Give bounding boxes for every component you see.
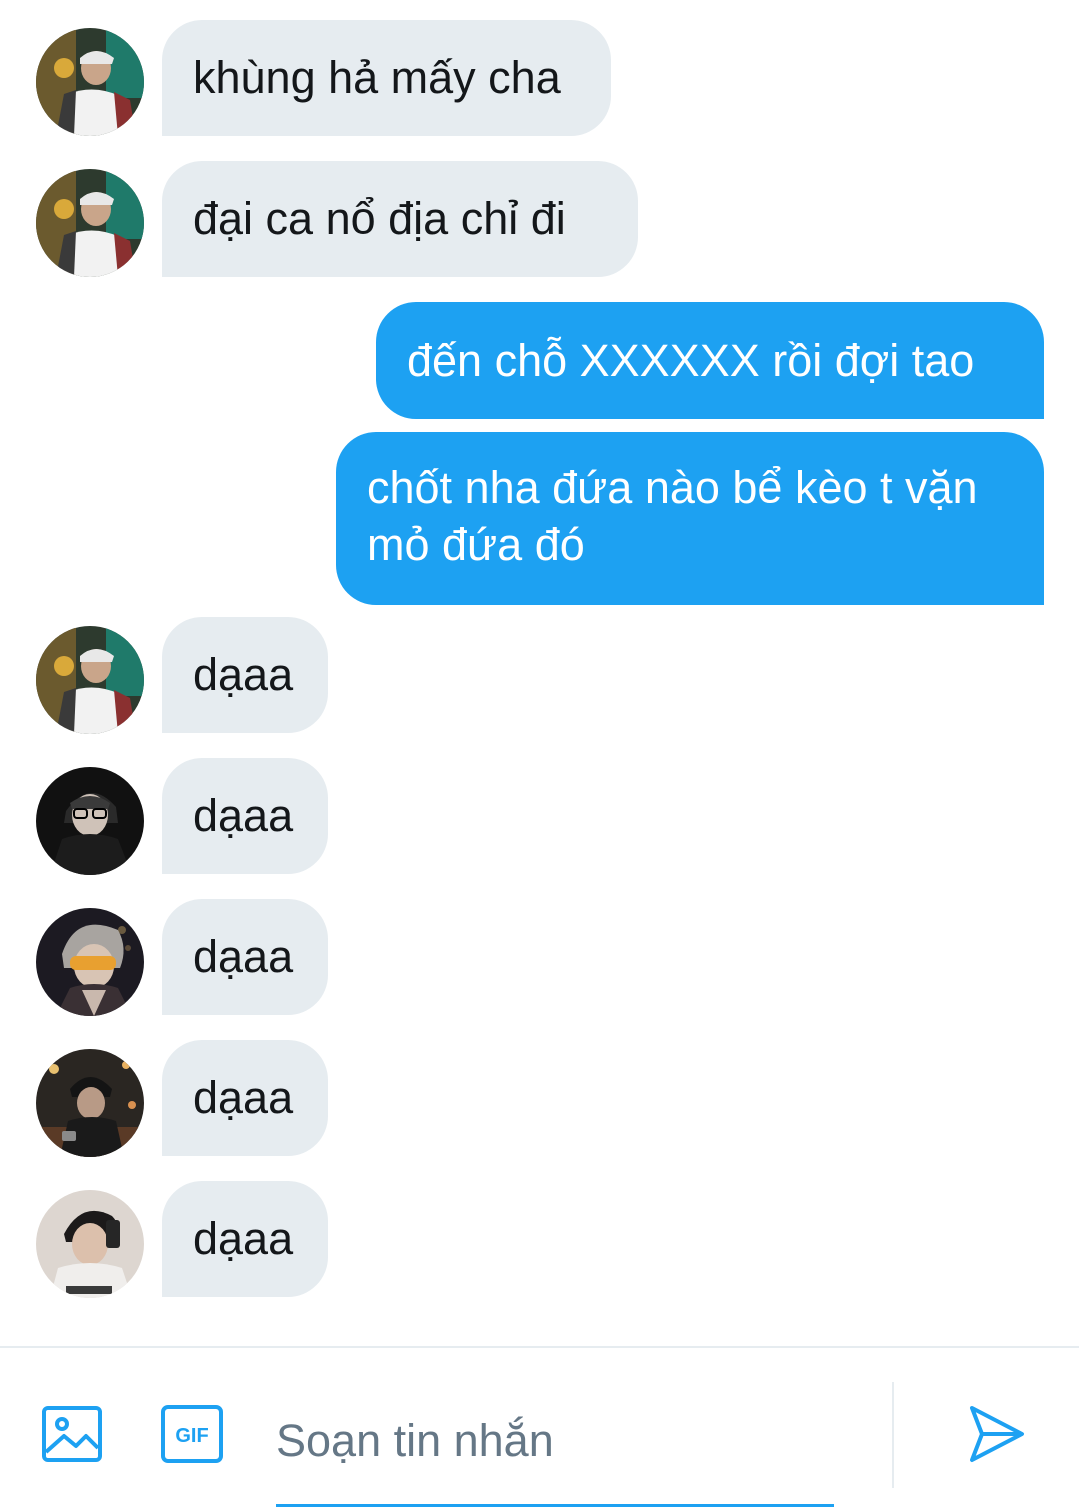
avatar[interactable] [36, 169, 144, 277]
message-text: đến chỗ XXXXXX rồi đợi tao [407, 335, 975, 386]
message-text-line: chốt nha đứa nào bể kèo t vặn [367, 462, 978, 513]
gif-label: GIF [175, 1425, 208, 1447]
message-row: khùng hả mấy cha [0, 20, 1079, 138]
add-image-button[interactable] [36, 1398, 108, 1470]
outgoing-message-bubble[interactable]: đến chỗ XXXXXX rồi đợi tao [376, 302, 1044, 419]
message-row: dạaa [0, 1181, 1079, 1299]
avatar-user-1-image [36, 626, 144, 734]
incoming-message-bubble[interactable]: dạaa [162, 758, 328, 874]
message-text: đại ca nổ địa chỉ đi [193, 193, 566, 244]
incoming-message-bubble[interactable]: đại ca nổ địa chỉ đi [162, 161, 638, 277]
message-composer: GIF [0, 1346, 1079, 1507]
send-icon [970, 1406, 1024, 1462]
message-row: dạaa [0, 1040, 1079, 1158]
incoming-message-bubble[interactable]: dạaa [162, 899, 328, 1015]
message-input[interactable] [276, 1376, 834, 1506]
avatar-user-5-image [36, 1190, 144, 1298]
image-icon [42, 1406, 102, 1462]
avatar-user-4-image [36, 1049, 144, 1157]
message-text: dạaa [193, 1072, 294, 1123]
avatar[interactable] [36, 1190, 144, 1298]
composer-divider [892, 1382, 894, 1488]
avatar[interactable] [36, 626, 144, 734]
message-text: khùng hả mấy cha [193, 52, 561, 103]
incoming-message-bubble[interactable]: dạaa [162, 1040, 328, 1156]
avatar[interactable] [36, 1049, 144, 1157]
message-text: dạaa [193, 649, 294, 700]
gif-icon: GIF [161, 1405, 223, 1463]
avatar[interactable] [36, 908, 144, 1016]
message-row: đại ca nổ địa chỉ đi [0, 161, 1079, 279]
avatar-user-1-image [36, 28, 144, 136]
message-row: dạaa [0, 758, 1079, 876]
send-button[interactable] [958, 1398, 1034, 1470]
message-row: dạaa [0, 899, 1079, 1017]
message-row: dạaa [0, 617, 1079, 735]
message-text: dạaa [193, 1213, 294, 1264]
incoming-message-bubble[interactable]: khùng hả mấy cha [162, 20, 611, 136]
message-text: dạaa [193, 931, 294, 982]
outgoing-message-bubble[interactable]: chốt nha đứa nào bể kèo t vặn mỏ đứa đó [336, 432, 1044, 605]
message-text: dạaa [193, 790, 294, 841]
avatar[interactable] [36, 28, 144, 136]
avatar-user-2-image [36, 767, 144, 875]
message-thread[interactable]: khùng hả mấy cha đại ca nổ địa chỉ đi đế… [0, 0, 1079, 1346]
message-text-line: mỏ đứa đó [367, 519, 585, 570]
add-gif-button[interactable]: GIF [156, 1398, 228, 1470]
avatar[interactable] [36, 767, 144, 875]
incoming-message-bubble[interactable]: dạaa [162, 1181, 328, 1297]
avatar-user-3-image [36, 908, 144, 1016]
incoming-message-bubble[interactable]: dạaa [162, 617, 328, 733]
avatar-user-1-image [36, 169, 144, 277]
